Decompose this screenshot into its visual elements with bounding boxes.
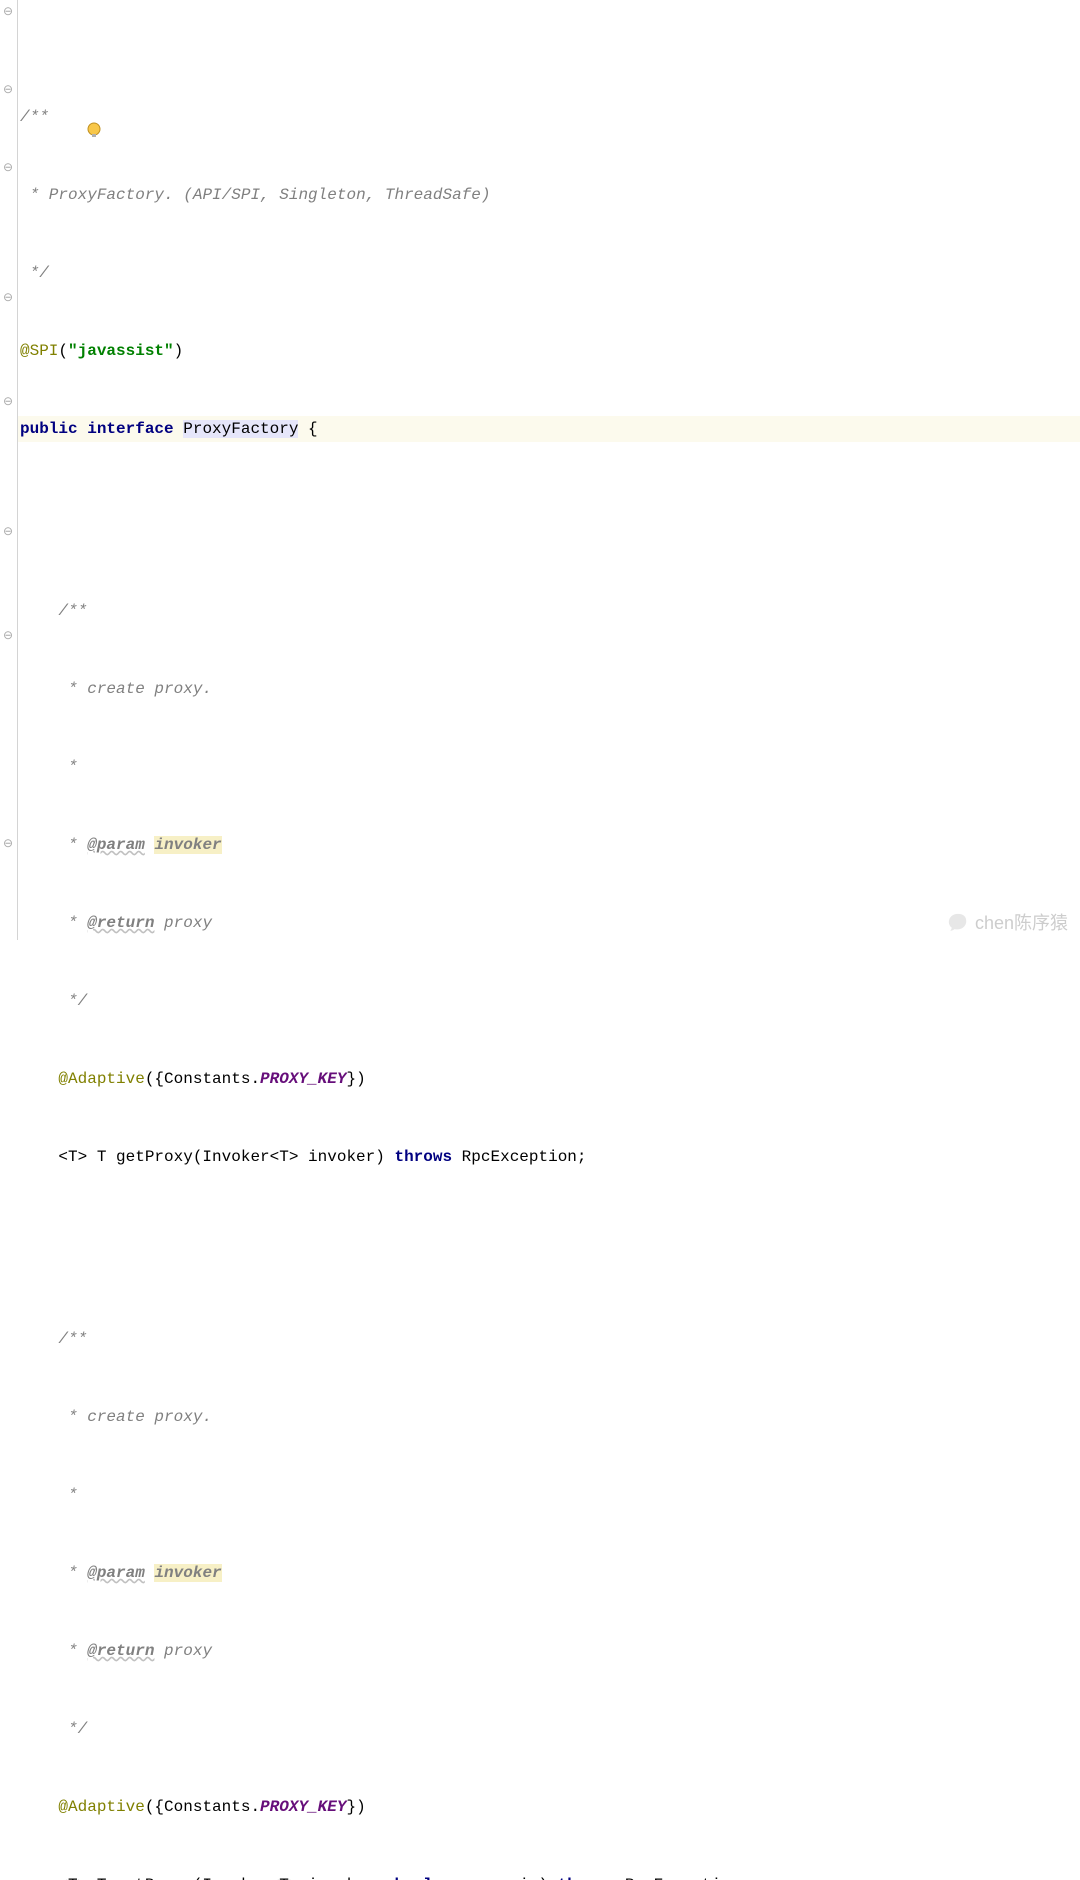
fold-toggle-icon[interactable] [2, 292, 14, 304]
watermark: chen陈序猿 [947, 910, 1068, 936]
class-name: ProxyFactory [183, 420, 298, 438]
param-invoker: invoker [154, 836, 221, 854]
javadoc-end: */ [20, 264, 49, 282]
fold-toggle-icon[interactable] [2, 84, 14, 96]
method-getproxy-1: <T> T getProxy(Invoker<T> invoker) throw… [18, 1144, 1080, 1170]
fold-toggle-icon[interactable] [2, 838, 14, 850]
fold-toggle-icon[interactable] [2, 162, 14, 174]
intention-bulb-icon[interactable] [46, 94, 66, 114]
return-tag: @return [87, 914, 154, 932]
param-tag: @param [87, 836, 145, 854]
class-decl-line: public interface ProxyFactory { [18, 416, 1080, 442]
string-literal: "javassist" [68, 342, 174, 360]
annotation-spi: @SPI [20, 342, 58, 360]
fold-toggle-icon[interactable] [2, 396, 14, 408]
method-getproxy-2: <T> T getProxy(Invoker<T> invoker, boole… [18, 1872, 1080, 1880]
field-proxy-key: PROXY_KEY [260, 1070, 346, 1088]
fold-toggle-icon[interactable] [2, 526, 14, 538]
annotation-adaptive: @Adaptive [20, 1070, 145, 1088]
code-editor[interactable]: /** * ProxyFactory. (API/SPI, Singleton,… [18, 0, 1080, 940]
fold-toggle-icon[interactable] [2, 6, 14, 18]
javadoc-line: * ProxyFactory. (API/SPI, Singleton, Thr… [20, 186, 490, 204]
javadoc-start: /** [20, 108, 49, 126]
fold-toggle-icon[interactable] [2, 630, 14, 642]
editor-gutter [0, 0, 18, 940]
